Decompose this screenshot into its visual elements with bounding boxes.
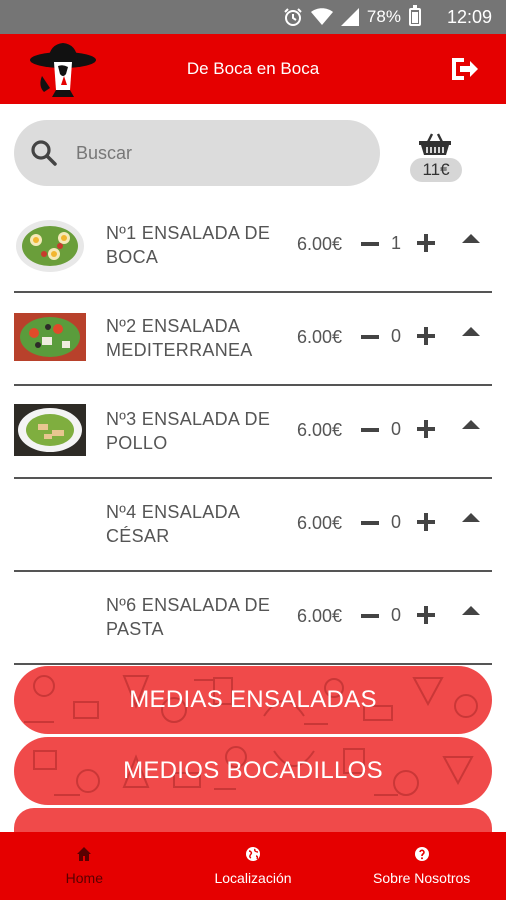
app-header: De Boca en Boca xyxy=(0,34,506,104)
decrease-quantity-button[interactable] xyxy=(360,513,380,533)
quantity-value: 0 xyxy=(390,326,401,346)
chef-hat-logo-icon xyxy=(28,40,98,98)
logout-icon[interactable] xyxy=(450,56,478,82)
product-price: 6.00€ xyxy=(297,606,343,626)
product-price: 6.00€ xyxy=(297,420,343,440)
nav-label: Localización xyxy=(214,870,292,886)
app-title: De Boca en Boca xyxy=(186,59,320,78)
product-price: 6.00€ xyxy=(297,234,343,254)
product-name: Nº6 ENSALADA DE PASTA xyxy=(106,595,271,639)
basket-icon xyxy=(418,132,452,156)
increase-quantity-button[interactable] xyxy=(415,325,437,347)
nav-item-sobre-nosotros[interactable]: Sobre Nosotros xyxy=(337,832,506,900)
status-bar: 78% 12:09 xyxy=(0,0,506,34)
product-price: 6.00€ xyxy=(297,327,343,347)
search-icon xyxy=(30,139,58,167)
quantity-value: 0 xyxy=(390,605,401,625)
category-label: MEDIOS BOCADILLOS xyxy=(123,757,383,784)
collapse-arrow-icon[interactable] xyxy=(462,606,480,615)
quantity-value: 0 xyxy=(390,419,401,439)
product-name: Nº3 ENSALADA DE POLLO xyxy=(106,409,271,453)
nav-item-home[interactable]: Home xyxy=(0,832,169,900)
product-image[interactable] xyxy=(14,396,86,464)
help-icon xyxy=(414,846,430,862)
product-row: Nº1 ENSALADA DE BOCA 6.00€ 1 xyxy=(14,200,492,293)
collapse-arrow-icon[interactable] xyxy=(462,420,480,429)
decrease-quantity-button[interactable] xyxy=(360,606,380,626)
signal-icon xyxy=(340,8,359,26)
search-bar[interactable] xyxy=(14,120,380,186)
cart-button[interactable]: 11€ xyxy=(408,132,464,184)
clock: 12:09 xyxy=(446,6,492,27)
collapse-arrow-icon[interactable] xyxy=(462,234,480,243)
bottom-navigation: Home Localización Sobre Nosotros xyxy=(0,832,506,900)
cart-total-badge: 11€ xyxy=(410,158,462,182)
category-button-medias-ensaladas[interactable]: MEDIAS ENSALADAS xyxy=(14,666,492,734)
collapse-arrow-icon[interactable] xyxy=(462,327,480,336)
category-label: MEDIAS ENSALADAS xyxy=(129,686,377,713)
product-price: 6.00€ xyxy=(297,513,343,533)
product-image[interactable] xyxy=(14,210,86,278)
home-icon xyxy=(76,846,92,862)
product-name: Nº1 ENSALADA DE BOCA xyxy=(106,223,271,267)
battery-icon xyxy=(408,5,421,26)
collapse-arrow-icon[interactable] xyxy=(462,513,480,522)
search-input[interactable] xyxy=(76,142,336,164)
wifi-icon xyxy=(310,8,333,26)
increase-quantity-button[interactable] xyxy=(415,604,437,626)
product-name: Nº4 ENSALADA CÉSAR xyxy=(106,502,240,546)
product-list: Nº1 ENSALADA DE BOCA 6.00€ 1 Nº2 ENSALAD… xyxy=(14,200,492,665)
alarm-icon xyxy=(283,7,303,27)
product-row: Nº3 ENSALADA DE POLLO 6.00€ 0 xyxy=(14,386,492,479)
product-image[interactable] xyxy=(14,303,86,371)
battery-percent: 78% xyxy=(366,7,401,26)
nav-item-localizacion[interactable]: Localización xyxy=(169,832,338,900)
quantity-value: 0 xyxy=(390,512,401,532)
quantity-value: 1 xyxy=(390,233,401,253)
decrease-quantity-button[interactable] xyxy=(360,420,380,440)
increase-quantity-button[interactable] xyxy=(415,511,437,533)
decrease-quantity-button[interactable] xyxy=(360,234,380,254)
product-row: Nº4 ENSALADA CÉSAR 6.00€ 0 xyxy=(14,479,492,572)
category-button-medios-bocadillos[interactable]: MEDIOS BOCADILLOS xyxy=(14,737,492,805)
increase-quantity-button[interactable] xyxy=(415,232,437,254)
category-button-next[interactable] xyxy=(14,808,492,832)
decrease-quantity-button[interactable] xyxy=(360,327,380,347)
globe-icon xyxy=(245,846,261,862)
nav-label: Sobre Nosotros xyxy=(373,870,471,886)
product-row: Nº2 ENSALADA MEDITERRANEA 6.00€ 0 xyxy=(14,293,492,386)
nav-label: Home xyxy=(65,870,104,886)
product-row: Nº6 ENSALADA DE PASTA 6.00€ 0 xyxy=(14,572,492,665)
increase-quantity-button[interactable] xyxy=(415,418,437,440)
product-name: Nº2 ENSALADA MEDITERRANEA xyxy=(106,316,253,360)
